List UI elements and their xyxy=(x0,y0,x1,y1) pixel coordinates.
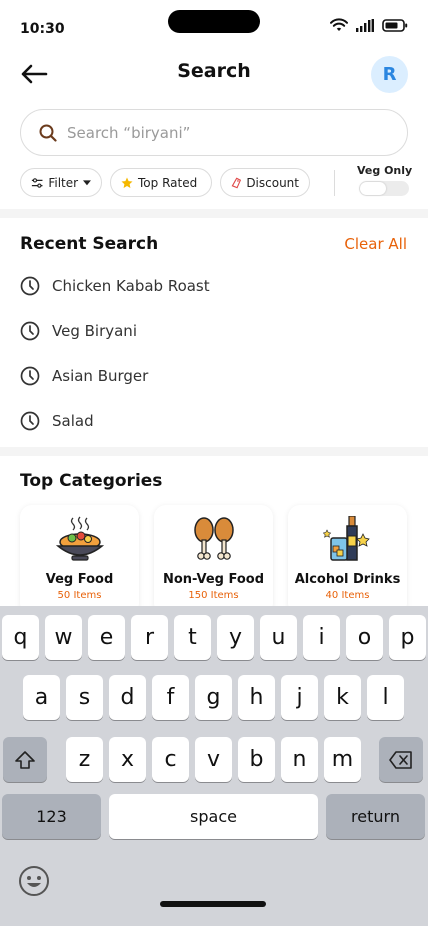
recent-search-label: Asian Burger xyxy=(52,367,149,385)
space-key[interactable]: space xyxy=(109,794,318,839)
recent-search-item[interactable]: Asian Burger xyxy=(20,364,148,388)
key-y[interactable]: y xyxy=(217,615,254,660)
discount-chip[interactable]: Discount xyxy=(220,168,310,197)
key-r[interactable]: r xyxy=(131,615,168,660)
recent-search-item[interactable]: Veg Biryani xyxy=(20,319,137,343)
status-icons xyxy=(330,18,408,32)
key-z[interactable]: z xyxy=(66,737,103,782)
key-l[interactable]: l xyxy=(367,675,404,720)
search-input[interactable] xyxy=(67,123,367,142)
search-bar[interactable] xyxy=(20,109,408,156)
avatar[interactable]: R xyxy=(371,56,408,93)
signal-icon xyxy=(356,18,374,32)
key-b[interactable]: b xyxy=(238,737,275,782)
category-card-non-veg-food[interactable]: Non-Veg Food 150 Items xyxy=(154,505,273,615)
clock-icon xyxy=(20,411,40,431)
numbers-key[interactable]: 123 xyxy=(2,794,101,839)
tag-icon xyxy=(231,177,242,188)
key-s[interactable]: s xyxy=(66,675,103,720)
dynamic-island xyxy=(168,10,260,33)
section-divider xyxy=(0,209,428,218)
category-count: 150 Items xyxy=(188,590,239,601)
recent-search-label: Chicken Kabab Roast xyxy=(52,277,210,295)
category-count: 50 Items xyxy=(57,590,102,601)
category-name: Veg Food xyxy=(45,572,114,587)
key-m[interactable]: m xyxy=(324,737,361,782)
key-i[interactable]: i xyxy=(303,615,340,660)
category-count: 40 Items xyxy=(325,590,370,601)
battery-icon xyxy=(382,18,408,32)
discount-label: Discount xyxy=(246,175,299,190)
key-d[interactable]: d xyxy=(109,675,146,720)
key-p[interactable]: p xyxy=(389,615,426,660)
header: Search R xyxy=(0,52,428,96)
status-bar: 10:30 xyxy=(0,0,428,50)
filter-chip[interactable]: Filter xyxy=(20,168,102,197)
recent-search-title: Recent Search xyxy=(20,234,159,254)
key-v[interactable]: v xyxy=(195,737,232,782)
key-u[interactable]: u xyxy=(260,615,297,660)
clock-icon xyxy=(20,276,40,296)
sliders-icon xyxy=(31,177,43,188)
drinks-icon xyxy=(322,515,370,561)
key-x[interactable]: x xyxy=(109,737,146,782)
caret-down-icon xyxy=(83,179,91,185)
filter-label: Filter xyxy=(48,175,79,190)
key-a[interactable]: a xyxy=(23,675,60,720)
key-o[interactable]: o xyxy=(346,615,383,660)
backspace-icon xyxy=(389,750,412,769)
wifi-icon xyxy=(330,18,348,31)
shift-icon xyxy=(15,750,35,769)
key-h[interactable]: h xyxy=(238,675,275,720)
clock-icon xyxy=(20,321,40,341)
key-n[interactable]: n xyxy=(281,737,318,782)
category-name: Alcohol Drinks xyxy=(294,572,401,587)
chip-separator xyxy=(334,170,335,196)
top-rated-label: Top Rated xyxy=(138,175,198,190)
filter-chips: Filter Top Rated Discount Veg Only xyxy=(20,164,412,198)
key-f[interactable]: f xyxy=(152,675,189,720)
search-icon xyxy=(39,124,57,142)
veg-food-icon xyxy=(55,516,104,561)
toggle-knob xyxy=(360,182,386,195)
delete-key[interactable] xyxy=(379,737,423,782)
key-t[interactable]: t xyxy=(174,615,211,660)
shift-key[interactable] xyxy=(3,737,47,782)
top-categories-title: Top Categories xyxy=(20,471,163,491)
return-key[interactable]: return xyxy=(326,794,425,839)
keyboard: q w e r t y u i o p a s d f g h j k l z … xyxy=(0,606,428,926)
clear-all-button[interactable]: Clear All xyxy=(344,235,407,253)
categories-list: Veg Food 50 Items Non-Veg Food 150 Items xyxy=(20,505,408,615)
chicken-leg-icon xyxy=(193,517,234,560)
key-w[interactable]: w xyxy=(45,615,82,660)
key-e[interactable]: e xyxy=(88,615,125,660)
category-card-veg-food[interactable]: Veg Food 50 Items xyxy=(20,505,139,615)
key-q[interactable]: q xyxy=(2,615,39,660)
page-title: Search xyxy=(177,60,251,82)
veg-only-label: Veg Only xyxy=(357,164,413,177)
recent-search-label: Veg Biryani xyxy=(52,322,137,340)
veg-only-control: Veg Only xyxy=(357,164,413,196)
star-icon xyxy=(121,177,133,188)
recent-search-item[interactable]: Salad xyxy=(20,409,94,433)
status-time: 10:30 xyxy=(20,21,65,37)
emoji-button[interactable] xyxy=(18,865,50,897)
key-c[interactable]: c xyxy=(152,737,189,782)
key-j[interactable]: j xyxy=(281,675,318,720)
clock-icon xyxy=(20,366,40,386)
section-divider xyxy=(0,447,428,456)
key-g[interactable]: g xyxy=(195,675,232,720)
category-name: Non-Veg Food xyxy=(162,572,265,587)
home-indicator xyxy=(160,901,266,907)
recent-search-item[interactable]: Chicken Kabab Roast xyxy=(20,274,210,298)
key-k[interactable]: k xyxy=(324,675,361,720)
category-card-alcohol-drinks[interactable]: Alcohol Drinks 40 Items xyxy=(288,505,407,615)
top-rated-chip[interactable]: Top Rated xyxy=(110,168,212,197)
emoji-icon xyxy=(19,866,49,896)
recent-search-label: Salad xyxy=(52,412,94,430)
veg-only-toggle[interactable] xyxy=(359,181,409,196)
